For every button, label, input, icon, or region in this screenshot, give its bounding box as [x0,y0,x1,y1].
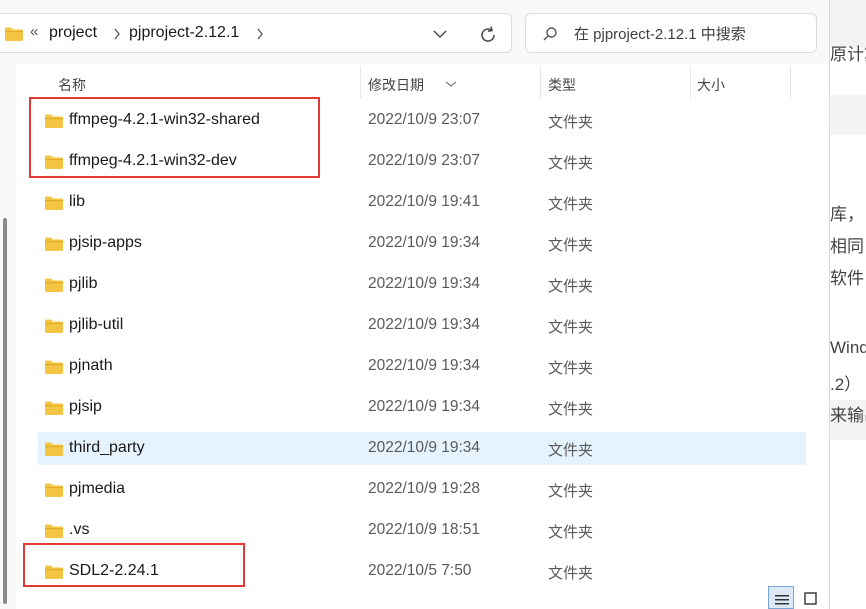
file-type: 文件夹 [548,155,594,172]
column-divider[interactable] [790,66,791,98]
column-divider[interactable] [540,66,541,98]
background-text: Windo [830,338,866,357]
background-text: 相同 [830,237,864,256]
folder-icon [44,400,64,421]
folder-icon [44,318,64,339]
file-row[interactable]: lib 2022/10/9 19:41 文件夹 [38,186,806,219]
file-name[interactable]: .vs [69,521,89,539]
file-type: 文件夹 [548,114,594,131]
column-divider[interactable] [360,66,361,98]
file-type: 文件夹 [548,401,594,418]
file-date: 2022/10/5 7:50 [368,562,472,579]
folder-icon [44,359,64,380]
file-date: 2022/10/9 19:34 [368,439,481,456]
file-name[interactable]: pjlib-util [69,316,123,334]
background-text: 来输出 [830,406,866,425]
folder-icon [4,26,24,47]
file-type: 文件夹 [548,237,594,254]
sort-caret-icon [444,75,458,91]
folder-icon [44,277,64,298]
refresh-icon[interactable] [478,25,498,50]
file-list-pane: 名称 修改日期 类型 大小 ffmpeg-4.2.1-win32-shared 2… [16,64,829,609]
file-type: 文件夹 [548,360,594,377]
search-box[interactable] [525,13,817,53]
file-type: 文件夹 [548,278,594,295]
column-name-header[interactable]: 名称 [58,75,86,95]
background-text: 原计算 [830,45,866,64]
file-row[interactable]: pjlib-util 2022/10/9 19:34 文件夹 [38,309,806,342]
file-name[interactable]: pjnath [69,357,113,375]
file-date: 2022/10/9 19:34 [368,398,481,415]
background-page: 原计算 库， 相同 软件 Windo .2） 来输出 [830,0,866,609]
file-name[interactable]: pjlib [69,275,97,293]
file-name[interactable]: pjsip-apps [69,234,142,252]
file-type: 文件夹 [548,524,594,541]
chevron-right-icon[interactable] [256,27,264,41]
file-date: 2022/10/9 23:07 [368,111,481,128]
file-row[interactable]: pjsip 2022/10/9 19:34 文件夹 [38,391,806,424]
folder-icon [44,482,64,503]
file-date: 2022/10/9 19:34 [368,316,481,333]
column-type-header[interactable]: 类型 [548,75,576,95]
view-toggle-group [768,586,826,609]
thumbnail-view-button[interactable] [798,586,824,609]
column-divider[interactable] [690,66,691,98]
folder-icon [44,441,64,462]
file-row[interactable]: pjmedia 2022/10/9 19:28 文件夹 [38,473,806,506]
file-type: 文件夹 [548,442,594,459]
breadcrumb-project[interactable]: project [49,24,97,42]
search-icon [542,26,558,47]
file-type: 文件夹 [548,319,594,336]
chevron-right-icon[interactable] [113,27,121,41]
file-type: 文件夹 [548,196,594,213]
file-name[interactable]: third_party [69,439,145,457]
file-name[interactable]: lib [69,193,85,211]
folder-icon [44,236,64,257]
file-name[interactable]: pjsip [69,398,102,416]
background-text: 软件 [830,269,864,288]
file-name[interactable]: pjmedia [69,480,125,498]
file-date: 2022/10/9 19:34 [368,234,481,251]
annotation-highlight-box [23,543,245,587]
column-size-header[interactable]: 大小 [697,75,725,95]
overflow-breadcrumb[interactable]: « [30,23,38,40]
folder-icon [44,195,64,216]
annotation-highlight-box [29,97,320,178]
address-bar[interactable]: « project pjproject-2.12.1 [0,13,512,53]
chevron-down-icon[interactable] [432,27,448,46]
file-date: 2022/10/9 19:34 [368,275,481,292]
file-type: 文件夹 [548,565,594,582]
search-input[interactable] [574,23,804,45]
vertical-scrollbar[interactable] [3,218,7,604]
file-explorer-window: « project pjproject-2.12.1 名称 修改日期 [0,0,830,609]
file-row[interactable]: pjsip-apps 2022/10/9 19:34 文件夹 [38,227,806,260]
breadcrumb-pjproject[interactable]: pjproject-2.12.1 [129,24,239,42]
file-date: 2022/10/9 23:07 [368,152,481,169]
details-view-button[interactable] [768,586,794,609]
column-date-header[interactable]: 修改日期 [368,75,424,95]
file-date: 2022/10/9 19:34 [368,357,481,374]
file-type: 文件夹 [548,483,594,500]
file-date: 2022/10/9 19:41 [368,193,481,210]
background-text: 库， [830,205,864,224]
file-row[interactable]: third_party 2022/10/9 19:34 文件夹 [38,432,806,465]
file-date: 2022/10/9 18:51 [368,521,481,538]
column-header-row: 名称 修改日期 类型 大小 [16,64,829,100]
file-row[interactable]: pjnath 2022/10/9 19:34 文件夹 [38,350,806,383]
file-date: 2022/10/9 19:28 [368,480,481,497]
file-row[interactable]: pjlib 2022/10/9 19:34 文件夹 [38,268,806,301]
folder-icon [44,523,64,544]
background-band [830,95,866,135]
background-text: .2） [830,375,862,394]
